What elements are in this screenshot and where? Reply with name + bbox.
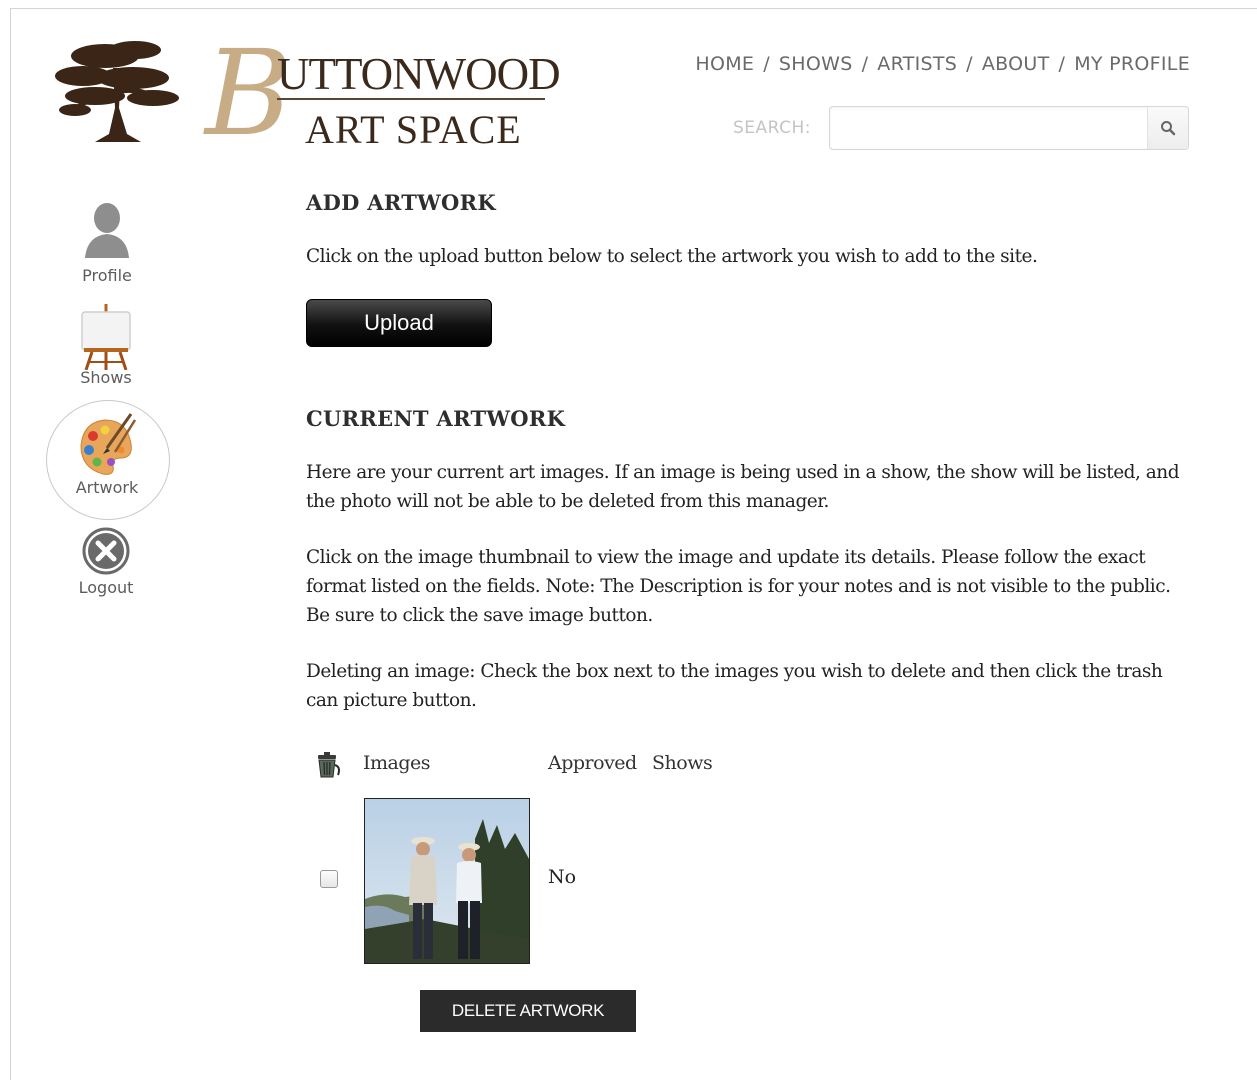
nav-separator: / (763, 53, 770, 75)
logo-name-line2: ART SPACE (305, 107, 522, 152)
sidebar-item-logout[interactable]: Logout (51, 526, 161, 597)
nav-home[interactable]: HOME (695, 53, 754, 75)
sidebar-item-artwork[interactable]: Artwork (52, 412, 162, 497)
add-artwork-heading: ADD ARTWORK (306, 190, 496, 215)
sidebar-item-profile[interactable]: Profile (52, 200, 162, 285)
sidebar-item-label: Logout (78, 578, 134, 597)
sidebar-item-label: Artwork (75, 478, 139, 497)
nav-separator: / (861, 53, 869, 75)
sidebar-item-shows[interactable]: Shows (51, 302, 161, 387)
approved-column-header: Approved (548, 752, 637, 774)
top-nav: HOME / SHOWS / ARTISTS / ABOUT / MY PROFILE (695, 53, 1190, 75)
sidebar-item-label: Shows (80, 368, 132, 387)
nav-artists[interactable]: ARTISTS (877, 53, 957, 75)
nav-separator: / (966, 53, 973, 75)
delete-checkbox[interactable] (320, 870, 338, 888)
upload-button[interactable]: Upload (306, 299, 492, 347)
shows-column-header: Shows (652, 752, 713, 774)
artwork-thumbnail[interactable] (364, 798, 530, 964)
upload-instructions: Click on the upload button below to sele… (306, 246, 1038, 267)
easel-icon (81, 304, 131, 371)
search-box (829, 106, 1189, 150)
thumbnail-instructions: Click on the image thumbnail to view the… (306, 547, 1171, 626)
nav-separator: / (1058, 53, 1066, 75)
profile-icon (85, 203, 129, 258)
nav-about[interactable]: ABOUT (982, 53, 1050, 75)
search-label: SEARCH: (733, 118, 812, 138)
images-column-header: Images (363, 752, 431, 774)
artwork-photo (365, 799, 529, 963)
palette-icon (80, 413, 137, 475)
nav-my-profile[interactable]: MY PROFILE (1074, 53, 1190, 75)
delete-instructions: Deleting an image: Check the box next to… (306, 661, 1163, 711)
delete-artwork-button[interactable]: DELETE ARTWORK (420, 990, 636, 1032)
logo-name-line1: UTTONWOOD (277, 49, 561, 99)
sidebar-item-label: Profile (82, 266, 132, 285)
site-logo[interactable]: B UTTONWOOD ART SPACE (55, 34, 561, 153)
search-input[interactable] (830, 107, 1148, 149)
search-icon (1161, 121, 1176, 136)
trash-can-icon[interactable] (314, 751, 342, 779)
nav-shows[interactable]: SHOWS (779, 53, 853, 75)
current-artwork-intro: Here are your current art images. If an … (306, 462, 1180, 512)
close-circle-icon (82, 527, 130, 575)
current-artwork-heading: CURRENT ARTWORK (306, 406, 566, 431)
logo-divider (277, 98, 545, 100)
search-button[interactable] (1147, 107, 1188, 149)
approved-status: No (548, 866, 577, 888)
tree-logo-icon (55, 41, 179, 142)
